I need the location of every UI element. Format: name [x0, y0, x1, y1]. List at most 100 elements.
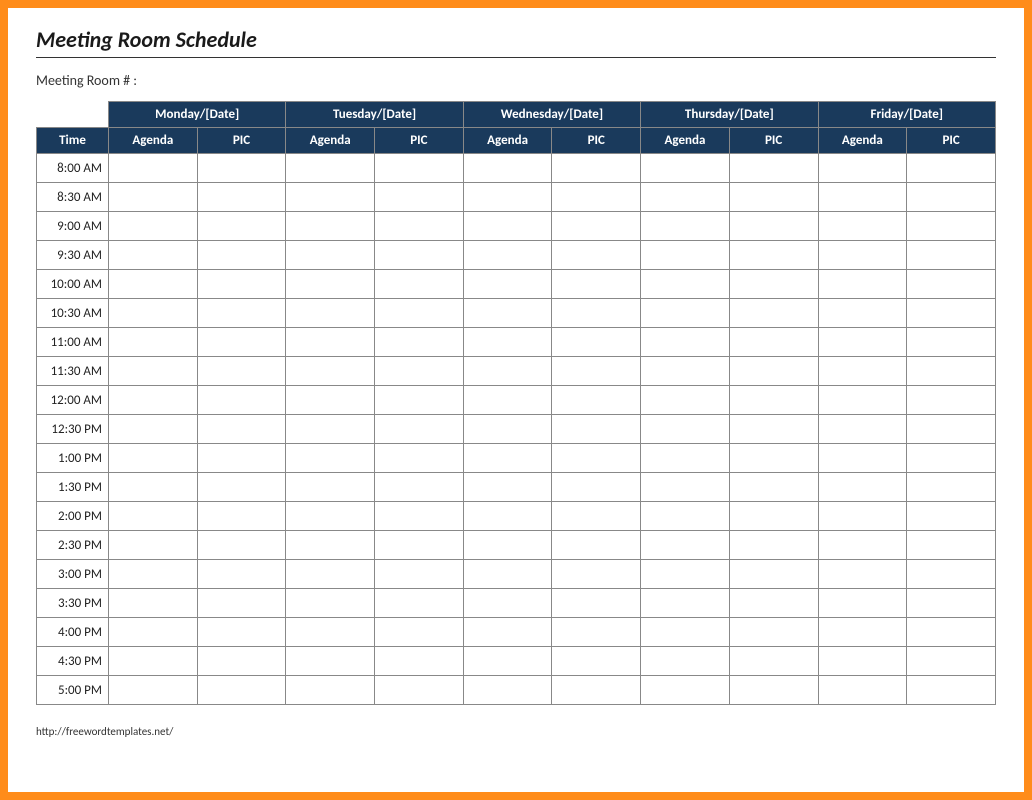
agenda-cell: [286, 154, 375, 183]
agenda-cell: [286, 589, 375, 618]
agenda-cell: [286, 444, 375, 473]
table-row: 12:00 AM: [37, 386, 996, 415]
footer-url: http://freewordtemplates.net/: [36, 725, 996, 738]
agenda-cell: [109, 270, 198, 299]
pic-cell: [907, 560, 996, 589]
agenda-cell: [109, 328, 198, 357]
table-row: 9:00 AM: [37, 212, 996, 241]
agenda-cell: [818, 473, 907, 502]
agenda-cell: [109, 589, 198, 618]
agenda-cell: [109, 618, 198, 647]
document-page: Meeting Room Schedule Meeting Room # : M…: [8, 8, 1024, 792]
agenda-cell: [641, 299, 730, 328]
agenda-cell: [463, 444, 552, 473]
agenda-cell: [109, 473, 198, 502]
agenda-cell: [463, 386, 552, 415]
agenda-cell: [109, 357, 198, 386]
agenda-cell: [109, 386, 198, 415]
pic-cell: [375, 618, 464, 647]
pic-header: PIC: [907, 128, 996, 154]
agenda-cell: [818, 328, 907, 357]
agenda-cell: [286, 676, 375, 705]
table-row: 3:30 PM: [37, 589, 996, 618]
pic-cell: [197, 212, 286, 241]
table-row: 12:30 PM: [37, 415, 996, 444]
table-head: Monday/[Date] Tuesday/[Date] Wednesday/[…: [37, 102, 996, 154]
pic-cell: [197, 560, 286, 589]
agenda-cell: [818, 241, 907, 270]
time-cell: 12:30 PM: [37, 415, 109, 444]
pic-cell: [197, 357, 286, 386]
time-cell: 12:00 AM: [37, 386, 109, 415]
agenda-cell: [286, 560, 375, 589]
table-row: 9:30 AM: [37, 241, 996, 270]
pic-cell: [907, 676, 996, 705]
agenda-cell: [463, 589, 552, 618]
agenda-cell: [818, 531, 907, 560]
agenda-cell: [286, 270, 375, 299]
pic-cell: [907, 531, 996, 560]
pic-cell: [375, 386, 464, 415]
pic-cell: [907, 589, 996, 618]
pic-cell: [907, 328, 996, 357]
pic-cell: [375, 676, 464, 705]
pic-cell: [375, 154, 464, 183]
pic-cell: [197, 647, 286, 676]
agenda-cell: [286, 386, 375, 415]
pic-header: PIC: [729, 128, 818, 154]
pic-cell: [197, 618, 286, 647]
agenda-cell: [818, 183, 907, 212]
pic-cell: [729, 241, 818, 270]
agenda-cell: [641, 270, 730, 299]
agenda-cell: [641, 328, 730, 357]
agenda-header: Agenda: [818, 128, 907, 154]
agenda-cell: [463, 531, 552, 560]
agenda-cell: [463, 560, 552, 589]
time-cell: 10:00 AM: [37, 270, 109, 299]
agenda-cell: [109, 502, 198, 531]
pic-cell: [729, 473, 818, 502]
pic-cell: [197, 676, 286, 705]
agenda-cell: [818, 676, 907, 705]
agenda-cell: [286, 328, 375, 357]
pic-cell: [729, 676, 818, 705]
time-cell: 9:00 AM: [37, 212, 109, 241]
pic-cell: [197, 299, 286, 328]
pic-cell: [552, 473, 641, 502]
pic-cell: [907, 183, 996, 212]
pic-cell: [375, 299, 464, 328]
pic-cell: [375, 589, 464, 618]
table-row: 1:00 PM: [37, 444, 996, 473]
table-row: 1:30 PM: [37, 473, 996, 502]
pic-cell: [197, 183, 286, 212]
pic-cell: [375, 473, 464, 502]
agenda-cell: [286, 473, 375, 502]
time-cell: 5:00 PM: [37, 676, 109, 705]
pic-cell: [197, 328, 286, 357]
pic-cell: [375, 444, 464, 473]
agenda-cell: [641, 473, 730, 502]
table-row: 2:30 PM: [37, 531, 996, 560]
pic-cell: [197, 386, 286, 415]
day-header-thursday: Thursday/[Date]: [641, 102, 818, 128]
time-column-header: Time: [37, 128, 109, 154]
pic-cell: [197, 473, 286, 502]
pic-cell: [729, 299, 818, 328]
agenda-header: Agenda: [286, 128, 375, 154]
pic-cell: [552, 560, 641, 589]
agenda-cell: [463, 270, 552, 299]
agenda-cell: [286, 618, 375, 647]
agenda-header: Agenda: [641, 128, 730, 154]
pic-header: PIC: [375, 128, 464, 154]
pic-cell: [907, 270, 996, 299]
pic-cell: [375, 183, 464, 212]
agenda-cell: [818, 589, 907, 618]
agenda-cell: [463, 183, 552, 212]
time-cell: 4:30 PM: [37, 647, 109, 676]
pic-cell: [375, 212, 464, 241]
pic-cell: [552, 618, 641, 647]
page-title: Meeting Room Schedule: [36, 26, 996, 53]
pic-cell: [375, 241, 464, 270]
pic-cell: [552, 212, 641, 241]
pic-cell: [375, 357, 464, 386]
